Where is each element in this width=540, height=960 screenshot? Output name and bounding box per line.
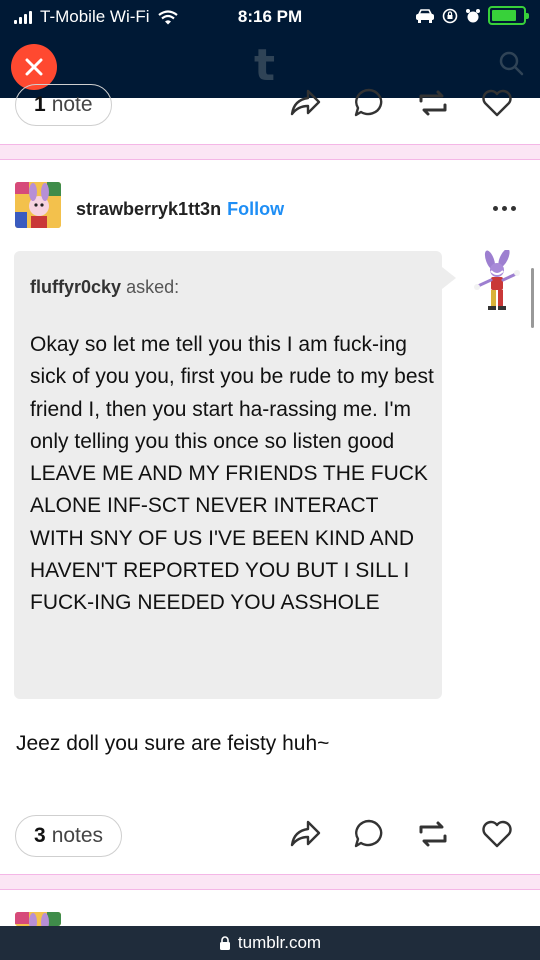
- asker-name[interactable]: fluffyr0cky: [30, 277, 121, 297]
- ask-question-text: Okay so let me tell you this I am fuck-i…: [30, 333, 434, 615]
- share-icon[interactable]: [288, 817, 322, 851]
- close-icon: [25, 58, 43, 76]
- previous-post-actions: [288, 86, 514, 120]
- alarm-icon: [466, 8, 480, 22]
- asked-label: asked:: [126, 277, 180, 297]
- asker-avatar[interactable]: [470, 250, 526, 312]
- post-header: strawberryk1tt3n Follow: [76, 199, 284, 220]
- scrollbar[interactable]: [531, 268, 534, 328]
- more-options-icon[interactable]: [493, 206, 516, 211]
- reply-icon[interactable]: [352, 86, 386, 120]
- post-footer: 3 notes: [0, 811, 540, 859]
- follow-button[interactable]: Follow: [227, 199, 284, 219]
- url-bar[interactable]: tumblr.com: [0, 926, 540, 960]
- like-icon[interactable]: [480, 86, 514, 120]
- post-divider: [0, 144, 540, 160]
- reblog-icon[interactable]: [416, 817, 450, 851]
- notes-label: notes: [51, 824, 104, 847]
- reblog-icon[interactable]: [416, 86, 450, 120]
- post-divider: [0, 874, 540, 890]
- battery-icon: [488, 6, 529, 25]
- notes-button[interactable]: 1 note: [15, 84, 112, 126]
- notes-count: 1: [34, 93, 46, 116]
- next-post-avatar[interactable]: [15, 912, 61, 926]
- reply-icon[interactable]: [352, 817, 386, 851]
- notes-count: 3: [34, 824, 46, 847]
- avatar-image: [15, 912, 61, 926]
- status-right: [415, 6, 529, 25]
- avatar-image: [15, 182, 61, 228]
- avatar[interactable]: [15, 182, 61, 228]
- post-actions: [288, 817, 514, 851]
- asker-line: fluffyr0cky asked:: [30, 277, 179, 298]
- url-text: tumblr.com: [237, 933, 322, 952]
- car-icon: [416, 8, 434, 23]
- notes-label: note: [51, 93, 93, 116]
- ask-box: fluffyr0cky asked: Okay so let me tell y…: [14, 251, 456, 699]
- rotation-lock-icon: [442, 8, 458, 23]
- share-icon[interactable]: [288, 86, 322, 120]
- lock-icon: [219, 936, 230, 950]
- previous-post-footer: 1 note: [0, 80, 540, 128]
- username-link[interactable]: strawberryk1tt3n: [76, 199, 221, 219]
- search-icon[interactable]: [498, 50, 524, 76]
- like-icon[interactable]: [480, 817, 514, 851]
- status-bar: T-Mobile Wi-Fi 8:16 PM: [0, 0, 540, 36]
- answer-text: Jeez doll you sure are feisty huh~: [16, 732, 330, 755]
- notes-button[interactable]: 3 notes: [15, 815, 123, 857]
